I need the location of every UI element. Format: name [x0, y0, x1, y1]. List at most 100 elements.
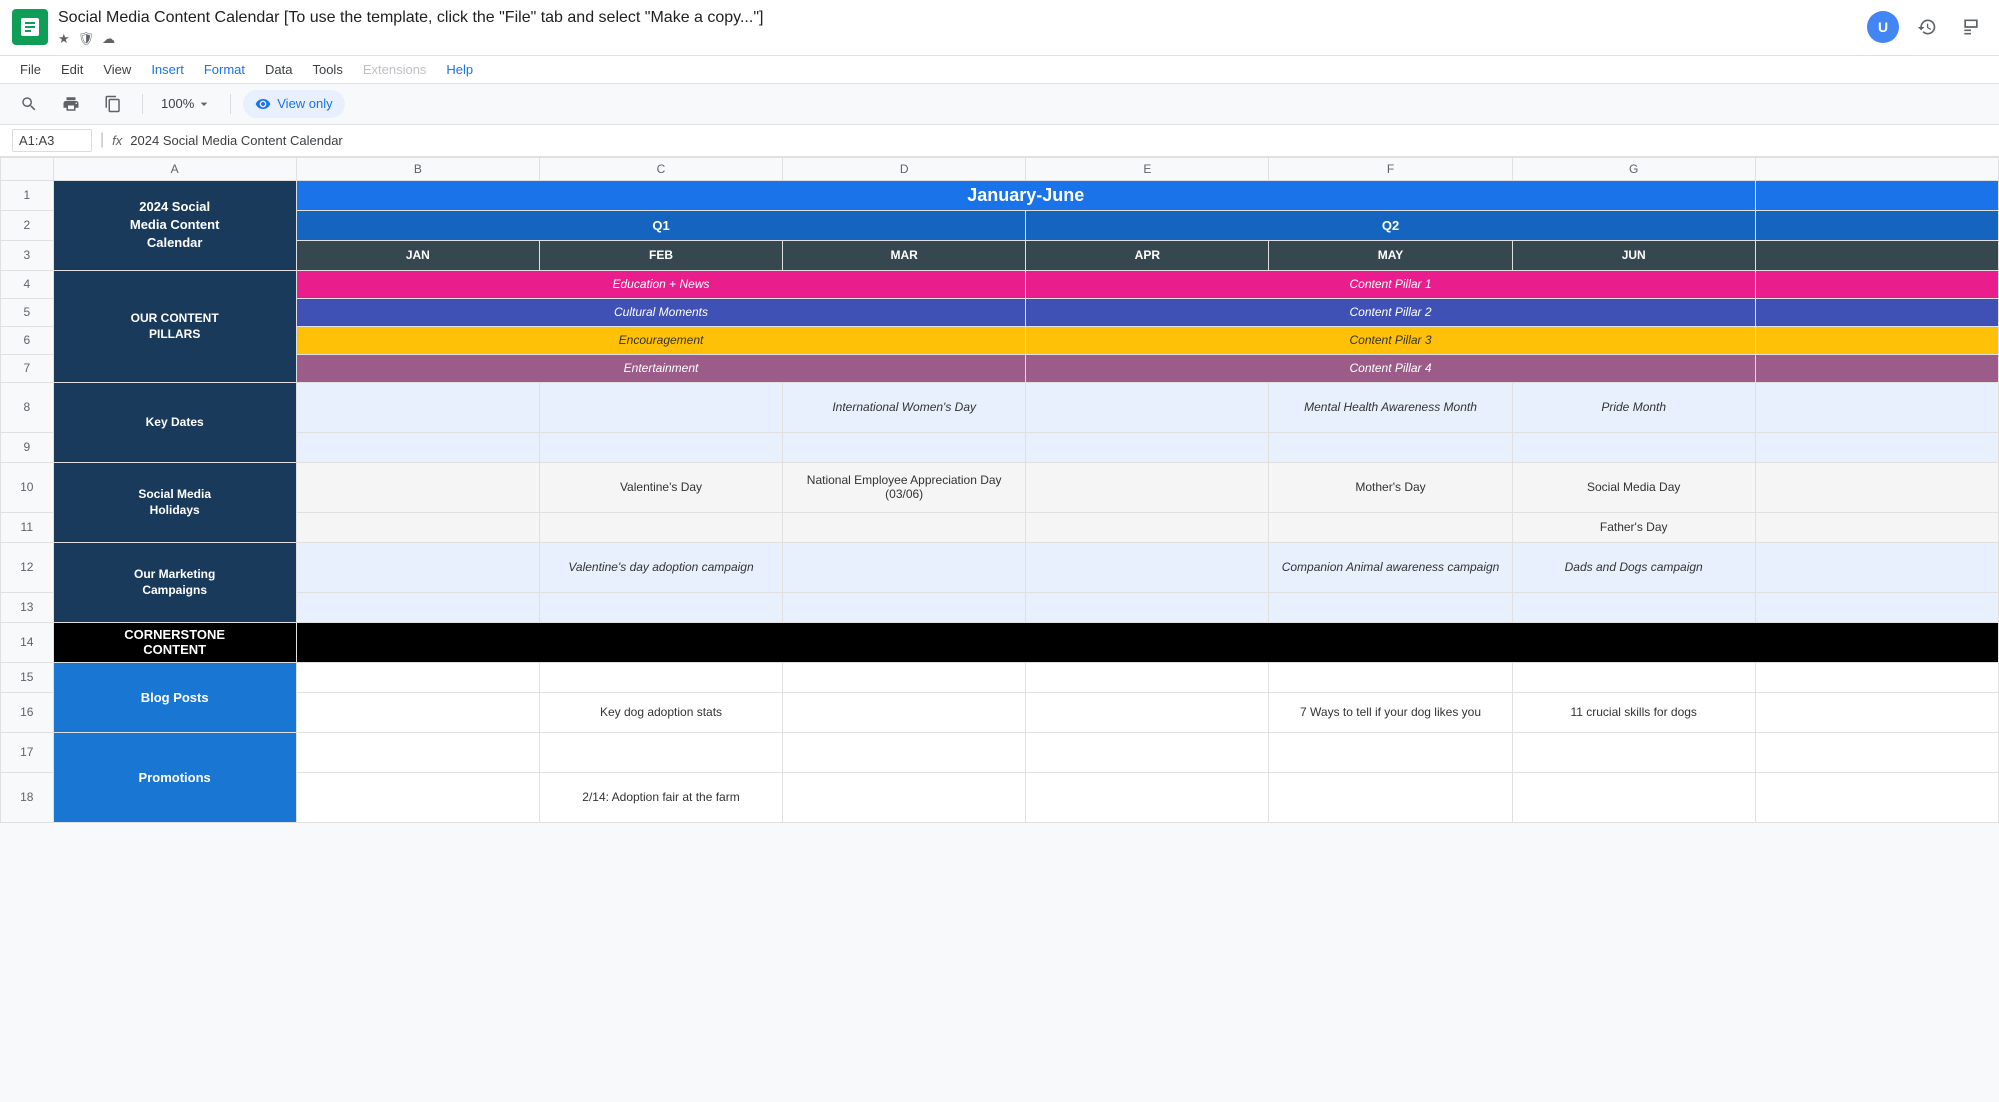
- row-9: 9: [1, 432, 1999, 462]
- label-2024-calendar: 2024 SocialMedia ContentCalendar: [53, 180, 296, 270]
- row-10-num: 10: [1, 462, 54, 512]
- menu-view[interactable]: View: [95, 58, 139, 81]
- pillar-encouragement: Encouragement: [296, 326, 1026, 354]
- col-f-header: F: [1269, 157, 1512, 180]
- row-12-num: 12: [1, 542, 54, 592]
- blog-mar-15: [783, 662, 1026, 692]
- key-mar-8: International Women's Day: [783, 382, 1026, 432]
- mkt-feb-13: [539, 592, 782, 622]
- key-mar-9: [783, 432, 1026, 462]
- key-may-9: [1269, 432, 1512, 462]
- menu-file[interactable]: File: [12, 58, 49, 81]
- menu-extensions[interactable]: Extensions: [355, 58, 435, 81]
- row-8-num: 8: [1, 382, 54, 432]
- header-mar: MAR: [783, 240, 1026, 270]
- promo-overflow-17: [1755, 732, 1998, 772]
- corner-cell: [1, 157, 54, 180]
- menu-edit[interactable]: Edit: [53, 58, 91, 81]
- cloud-icon[interactable]: ☁: [102, 31, 115, 47]
- avatar: U: [1867, 11, 1899, 43]
- blog-feb-16: Key dog adoption stats: [539, 692, 782, 732]
- row-10: 10 Social MediaHolidays Valentine's Day …: [1, 462, 1999, 512]
- promo-jun-18: [1512, 772, 1755, 822]
- blog-may-15: [1269, 662, 1512, 692]
- key-jun-8: Pride Month: [1512, 382, 1755, 432]
- row-18-num: 18: [1, 772, 54, 822]
- label-blog-posts: Blog Posts: [53, 662, 296, 732]
- promo-mar-17: [783, 732, 1026, 772]
- row-13: 13: [1, 592, 1999, 622]
- soc-feb-11: [539, 512, 782, 542]
- doc-title: Social Media Content Calendar [To use th…: [58, 8, 1857, 29]
- row-15-num: 15: [1, 662, 54, 692]
- promo-mar-18: [783, 772, 1026, 822]
- soc-mar-10: National Employee Appreciation Day (03/0…: [783, 462, 1026, 512]
- zoom-control[interactable]: 100%: [155, 92, 218, 116]
- promo-apr-17: [1026, 732, 1269, 772]
- mkt-jan-13: [296, 592, 539, 622]
- col-header-row: A B C D E F G: [1, 157, 1999, 180]
- window-icon[interactable]: [1955, 11, 1987, 43]
- pillar-content-3: Content Pillar 3: [1026, 326, 1756, 354]
- menu-tools[interactable]: Tools: [304, 58, 350, 81]
- header-overflow: [1755, 180, 1998, 210]
- blog-jun-15: [1512, 662, 1755, 692]
- blog-jun-16: 11 crucial skills for dogs: [1512, 692, 1755, 732]
- row-11-num: 11: [1, 512, 54, 542]
- mkt-apr-13: [1026, 592, 1269, 622]
- view-only-label: View only: [277, 96, 332, 111]
- app-icon: [12, 9, 48, 45]
- row-3-num: 3: [1, 240, 54, 270]
- col-b-header: B: [296, 157, 539, 180]
- promo-overflow-18: [1755, 772, 1998, 822]
- q2-overflow: [1755, 210, 1998, 240]
- menu-insert[interactable]: Insert: [143, 58, 192, 81]
- pillar-education-news: Education + News: [296, 270, 1026, 298]
- promo-may-18: [1269, 772, 1512, 822]
- menu-data[interactable]: Data: [257, 58, 300, 81]
- row-17: 17 Promotions: [1, 732, 1999, 772]
- mkt-jun-13: [1512, 592, 1755, 622]
- header-jan: JAN: [296, 240, 539, 270]
- copy-btn[interactable]: [96, 91, 130, 117]
- key-overflow-9: [1755, 432, 1998, 462]
- title-area: Social Media Content Calendar [To use th…: [58, 8, 1857, 47]
- search-btn[interactable]: [12, 91, 46, 117]
- mkt-mar-13: [783, 592, 1026, 622]
- top-right: U: [1867, 11, 1987, 43]
- promo-apr-18: [1026, 772, 1269, 822]
- label-social-holidays: Social MediaHolidays: [53, 462, 296, 542]
- menu-bar: File Edit View Insert Format Data Tools …: [0, 56, 1999, 84]
- key-feb-9: [539, 432, 782, 462]
- toolbar: 100% View only: [0, 84, 1999, 125]
- row-6-num: 6: [1, 326, 54, 354]
- row-1: 1 2024 SocialMedia ContentCalendar Janua…: [1, 180, 1999, 210]
- soc-overflow-11: [1755, 512, 1998, 542]
- row-2: 2 Q1 Q2: [1, 210, 1999, 240]
- col-h-header: [1755, 157, 1998, 180]
- promo-may-17: [1269, 732, 1512, 772]
- soc-overflow-10: [1755, 462, 1998, 512]
- row-11: 11 Father's Day: [1, 512, 1999, 542]
- row-13-num: 13: [1, 592, 54, 622]
- shield-icon[interactable]: 🛡: [78, 31, 95, 47]
- mkt-may-12: Companion Animal awareness campaign: [1269, 542, 1512, 592]
- soc-mar-11: [783, 512, 1026, 542]
- print-btn[interactable]: [54, 91, 88, 117]
- col-g-header: G: [1512, 157, 1755, 180]
- view-only-button[interactable]: View only: [243, 90, 344, 118]
- history-icon[interactable]: [1911, 11, 1943, 43]
- key-jan-8: [296, 382, 539, 432]
- mkt-jun-12: Dads and Dogs campaign: [1512, 542, 1755, 592]
- row-16: 16 Key dog adoption stats 7 Ways to tell…: [1, 692, 1999, 732]
- header-q1: Q1: [296, 210, 1026, 240]
- star-icon[interactable]: ★: [58, 31, 70, 47]
- cell-reference[interactable]: A1:A3: [12, 129, 92, 152]
- soc-jan-10: [296, 462, 539, 512]
- soc-apr-11: [1026, 512, 1269, 542]
- separator-2: [230, 94, 231, 114]
- menu-help[interactable]: Help: [438, 58, 481, 81]
- row-15: 15 Blog Posts: [1, 662, 1999, 692]
- menu-format[interactable]: Format: [196, 58, 253, 81]
- row-7-num: 7: [1, 354, 54, 382]
